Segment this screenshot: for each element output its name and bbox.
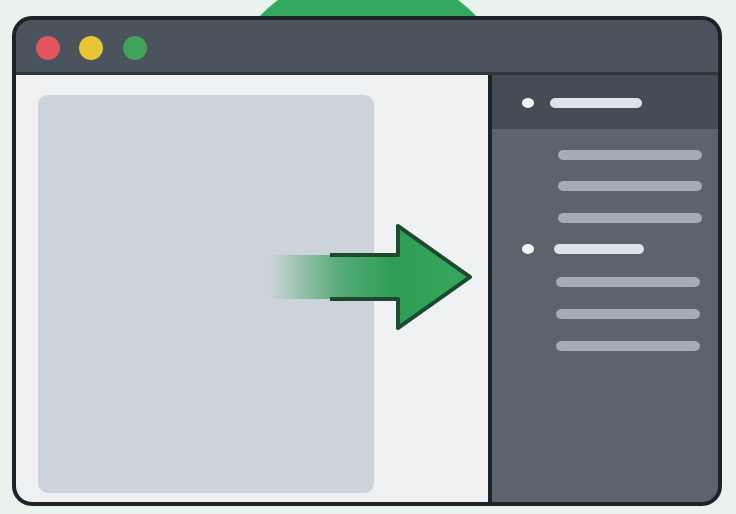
- sidebar-item-placeholder[interactable]: [558, 150, 702, 160]
- window-titlebar: [16, 20, 718, 75]
- sidebar-item-placeholder[interactable]: [558, 181, 702, 191]
- close-dot-icon[interactable]: [36, 36, 60, 60]
- sidebar-item-placeholder[interactable]: [556, 341, 700, 351]
- bullet-icon: [522, 244, 534, 254]
- bullet-icon: [522, 98, 534, 108]
- sidebar-heading-placeholder: [550, 98, 642, 108]
- sidebar-header[interactable]: [492, 75, 718, 129]
- illustration-canvas: [0, 0, 736, 514]
- sidebar-item-placeholder[interactable]: [556, 277, 700, 287]
- maximize-dot-icon[interactable]: [123, 36, 147, 60]
- sidebar-item-placeholder[interactable]: [556, 309, 700, 319]
- sidebar-section-heading-placeholder[interactable]: [554, 244, 644, 254]
- minimize-dot-icon[interactable]: [79, 36, 103, 60]
- arrow-right-icon: [270, 224, 472, 330]
- sidebar-panel: [492, 75, 718, 502]
- sidebar-item-placeholder[interactable]: [558, 213, 702, 223]
